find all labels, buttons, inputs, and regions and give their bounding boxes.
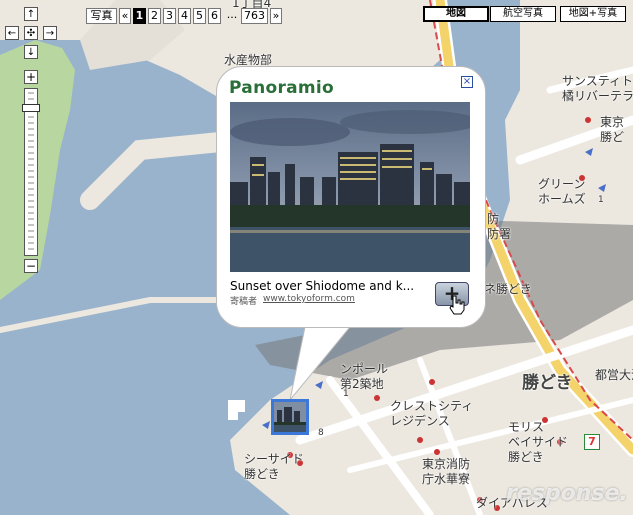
photo-image[interactable] (230, 102, 470, 272)
author-link[interactable]: www.tokyoform.com (263, 294, 355, 304)
author-label: 寄稿者 (230, 297, 258, 307)
watermark: response. (506, 481, 628, 506)
photo-marker-thumbnail[interactable] (271, 399, 309, 435)
hand-cursor-icon (449, 295, 465, 315)
photo-caption: Sunset over Shiodome and k... (230, 279, 415, 293)
panoramio-logo: Panoramio (229, 78, 335, 98)
close-icon[interactable]: × (461, 76, 473, 88)
